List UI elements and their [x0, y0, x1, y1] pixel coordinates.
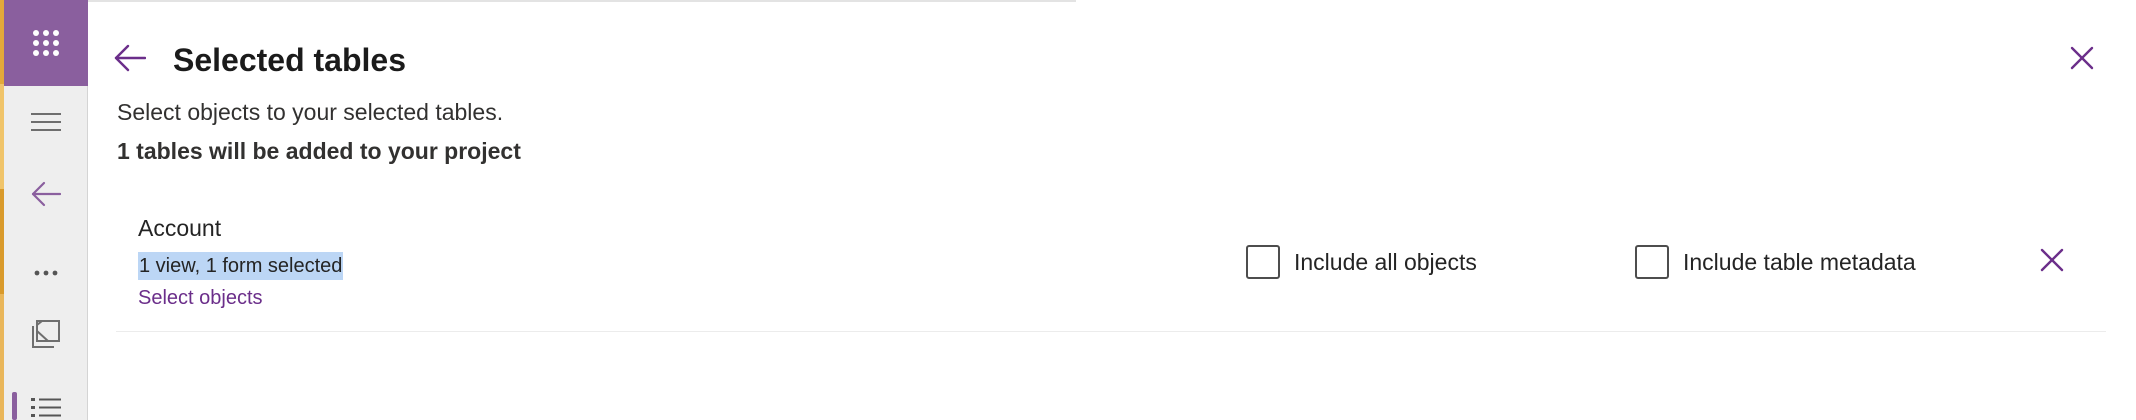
include-all-objects-checkbox[interactable]: Include all objects	[1246, 244, 1477, 280]
selection-summary: 1 view, 1 form selected	[138, 252, 344, 280]
select-objects-link[interactable]: Select objects	[138, 284, 263, 312]
close-panel-button[interactable]	[2060, 38, 2104, 82]
pages-button[interactable]	[4, 306, 88, 366]
panel-back-button[interactable]	[108, 38, 152, 82]
include-table-metadata-checkbox[interactable]: Include table metadata	[1635, 244, 1916, 280]
table-name: Account	[138, 215, 222, 241]
list-view-button[interactable]	[4, 380, 88, 420]
top-divider	[88, 0, 1076, 2]
panel-description: Select objects to your selected tables.	[117, 99, 504, 125]
table-row: Account 1 view, 1 form selected Select o…	[116, 200, 2106, 332]
app-root: Selected tables Select objects to your s…	[0, 0, 2136, 420]
tables-summary: 1 tables will be added to your project	[117, 138, 521, 164]
more-icon	[34, 263, 58, 281]
navigation-menu-button[interactable]	[4, 94, 88, 154]
more-button[interactable]	[4, 242, 88, 302]
list-icon	[31, 396, 61, 420]
close-icon	[2040, 248, 2064, 277]
include-table-metadata-label: Include table metadata	[1683, 249, 1916, 275]
hamburger-icon	[31, 111, 61, 138]
page-title: Selected tables	[173, 42, 406, 78]
rail-back-button[interactable]	[4, 166, 88, 226]
checkbox-box[interactable]	[1246, 245, 1280, 279]
close-icon	[2070, 46, 2094, 75]
include-all-objects-label: Include all objects	[1294, 249, 1477, 275]
remove-table-button[interactable]	[2030, 240, 2074, 284]
app-launcher-button[interactable]	[4, 0, 88, 86]
checkbox-box[interactable]	[1635, 245, 1669, 279]
waffle-icon	[31, 28, 61, 58]
back-arrow-icon	[31, 181, 62, 212]
left-rail	[0, 0, 88, 420]
back-arrow-icon	[114, 44, 147, 77]
page-icon	[32, 319, 60, 353]
